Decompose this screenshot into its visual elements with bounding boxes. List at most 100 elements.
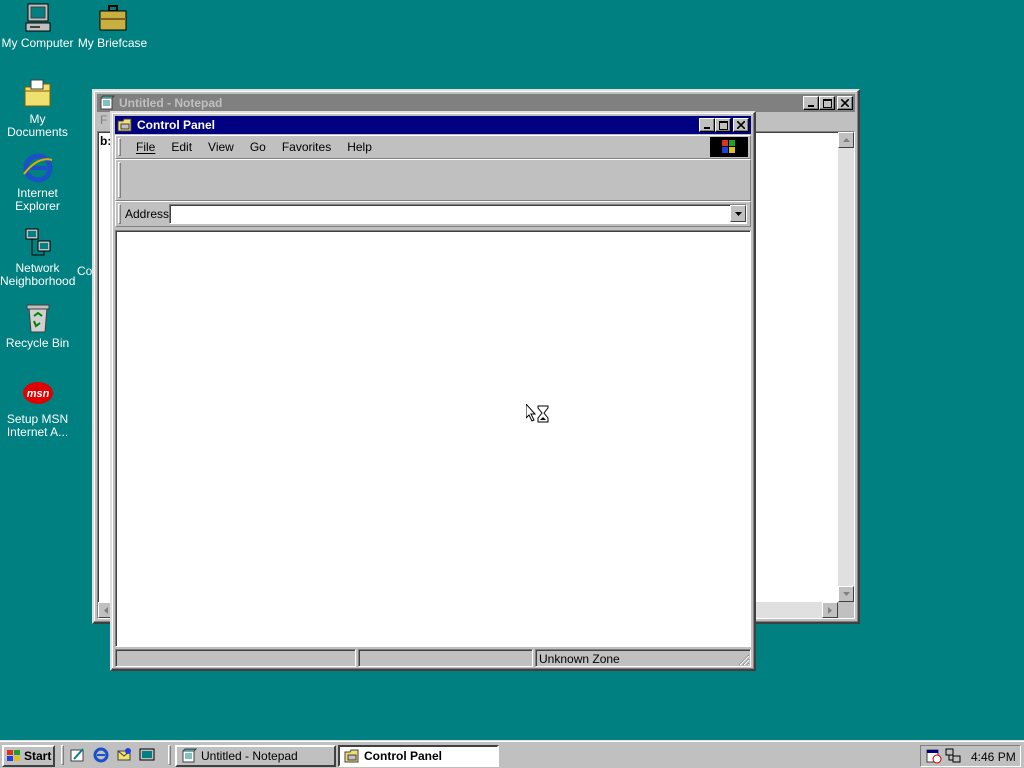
desktop-icon-partial-label: Co [77, 264, 93, 278]
control-panel-titlebar[interactable]: Control Panel [115, 116, 751, 134]
address-label: Address [125, 207, 170, 221]
windows-logo-throbber [710, 137, 748, 157]
network-connection-icon[interactable] [945, 748, 961, 764]
task-label: Untitled - Notepad [201, 749, 298, 763]
menu-file[interactable]: File [128, 140, 163, 154]
notepad-title: Untitled - Notepad [119, 96, 223, 110]
status-bar: Unknown Zone [115, 649, 751, 667]
content-pane[interactable] [115, 230, 751, 647]
internet-explorer-icon[interactable] [93, 747, 109, 763]
folder-icon [117, 118, 132, 132]
desktop-icon-recycle-bin[interactable]: Recycle Bin [0, 302, 75, 350]
notepad-icon [182, 748, 197, 763]
notepad-titlebar[interactable]: Untitled - Notepad [97, 94, 855, 112]
band-grip[interactable] [118, 204, 121, 224]
address-combobox[interactable] [169, 204, 747, 224]
minimize-button[interactable] [803, 96, 819, 110]
notepad-icon [100, 95, 115, 110]
status-panel-main [115, 649, 356, 667]
folder-icon [24, 79, 50, 107]
arrow-right-icon [828, 606, 832, 614]
show-desktop-icon[interactable] [70, 747, 86, 763]
menu-help[interactable]: Help [339, 140, 380, 154]
msn-icon: msn [22, 382, 53, 404]
desktop-icon-label: Internet Explorer [15, 186, 60, 213]
toolbar-band [115, 159, 751, 201]
desktop-icon-label: Setup MSN Internet A... [6, 412, 69, 439]
task-button-notepad[interactable]: Untitled - Notepad [175, 745, 336, 767]
menubar: File Edit View Go Favorites Help [128, 140, 380, 154]
minimize-icon [704, 127, 710, 129]
system-tray: 4:46 PM [920, 745, 1021, 767]
chevron-down-icon [734, 211, 742, 216]
desktop-icon-label: My Documents [7, 112, 68, 139]
menu-go[interactable]: Go [242, 140, 274, 154]
recycle-bin-icon [26, 304, 49, 333]
internet-explorer-icon [22, 153, 52, 183]
desktop-icon-label: My Briefcase [77, 36, 148, 50]
menu-view[interactable]: View [200, 140, 242, 154]
start-button[interactable]: Start [2, 745, 55, 767]
taskbar: Start Untitled - Notepad Control Panel 4… [0, 740, 1024, 768]
minimize-icon [808, 105, 814, 107]
windows-logo-icon [722, 140, 735, 153]
task-button-control-panel[interactable]: Control Panel [338, 745, 499, 767]
status-zone-text: Unknown Zone [539, 652, 620, 666]
arrow-left-icon [104, 606, 108, 614]
task-scheduler-icon[interactable] [926, 748, 942, 764]
maximize-icon [718, 120, 728, 130]
desktop-icon-network-neighborhood[interactable]: Network Neighborhood [0, 227, 75, 288]
maximize-icon [822, 98, 832, 108]
resize-grip-icon[interactable] [738, 654, 750, 666]
address-dropdown-button[interactable] [730, 205, 746, 222]
desktop-icon-label: Recycle Bin [5, 336, 70, 350]
band-grip[interactable] [118, 162, 121, 198]
desktop-icon-internet-explorer[interactable]: Internet Explorer [0, 152, 75, 213]
menu-band: File Edit View Go Favorites Help [115, 135, 751, 159]
notepad-menubar: F [100, 113, 107, 131]
scroll-down-button[interactable] [838, 586, 854, 602]
quicklaunch-bar [70, 747, 155, 763]
quicklaunch-separator [61, 745, 64, 765]
close-button[interactable] [837, 96, 853, 110]
close-button[interactable] [733, 118, 749, 132]
close-icon [841, 99, 849, 107]
status-panel-zone: Unknown Zone [535, 649, 751, 667]
network-icon [25, 228, 50, 256]
notepad-vscrollbar[interactable] [838, 132, 854, 602]
folder-icon [344, 749, 359, 763]
windows-logo-icon [7, 750, 20, 761]
briefcase-icon [99, 5, 126, 31]
arrow-down-icon [842, 592, 850, 596]
desktop-icon-setup-msn[interactable]: msn Setup MSN Internet A... [0, 378, 75, 439]
desktop-icon-label: Network Neighborhood [0, 261, 76, 288]
desktop-icon-my-computer[interactable]: My Computer [0, 2, 75, 50]
menu-favorites[interactable]: Favorites [274, 140, 339, 154]
status-panel-middle [358, 649, 533, 667]
desktop-icon-my-documents[interactable]: My Documents [0, 78, 75, 139]
svg-text:msn: msn [26, 388, 49, 400]
computer-icon [25, 3, 50, 32]
channels-icon[interactable] [139, 747, 155, 763]
close-icon [737, 121, 745, 129]
control-panel-window[interactable]: Control Panel File Edit View Go Favorite… [110, 111, 756, 671]
task-label: Control Panel [364, 749, 443, 763]
resize-grip[interactable] [838, 602, 854, 618]
arrow-up-icon [842, 138, 850, 142]
maximize-button[interactable] [819, 96, 835, 110]
address-band: Address [115, 201, 751, 227]
scroll-right-button[interactable] [822, 602, 838, 618]
tasks-separator [168, 745, 171, 765]
desktop-icon-label: My Computer [1, 36, 74, 50]
notepad-menu-file[interactable]: F [100, 113, 107, 127]
outlook-express-icon[interactable] [116, 747, 132, 763]
menu-edit[interactable]: Edit [163, 140, 200, 154]
band-grip[interactable] [118, 138, 121, 156]
busy-cursor-icon [526, 404, 549, 423]
scroll-up-button[interactable] [838, 132, 854, 148]
desktop-icon-my-briefcase[interactable]: My Briefcase [75, 2, 150, 50]
clock[interactable]: 4:46 PM [971, 750, 1016, 764]
maximize-button[interactable] [715, 118, 731, 132]
minimize-button[interactable] [699, 118, 715, 132]
start-label: Start [24, 749, 52, 763]
